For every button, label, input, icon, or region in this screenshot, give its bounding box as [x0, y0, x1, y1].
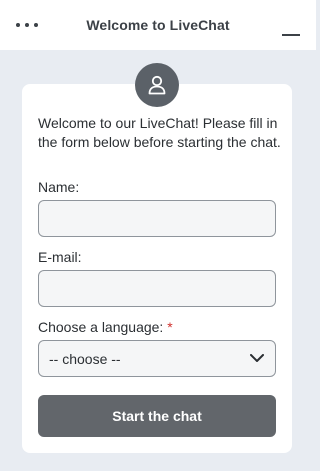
- chat-title: Welcome to LiveChat: [86, 17, 230, 33]
- email-label: E-mail:: [38, 249, 82, 265]
- user-icon: [135, 63, 179, 107]
- language-select[interactable]: -- choose --: [38, 340, 276, 377]
- language-label-text: Choose a language:: [38, 319, 164, 335]
- chevron-down-icon: [249, 351, 265, 367]
- chat-header: Welcome to LiveChat: [0, 0, 316, 50]
- intro-text: Welcome to our LiveChat! Please fill in …: [38, 115, 281, 150]
- email-input[interactable]: [38, 270, 276, 307]
- minimize-icon[interactable]: [282, 22, 300, 36]
- name-label: Name:: [38, 179, 80, 195]
- start-chat-button[interactable]: Start the chat: [38, 395, 276, 437]
- required-marker: *: [167, 319, 173, 335]
- more-options-icon[interactable]: [16, 17, 38, 33]
- name-input[interactable]: [38, 200, 276, 237]
- language-selected-value: -- choose --: [49, 350, 121, 367]
- language-label: Choose a language: *: [38, 319, 173, 335]
- prechat-form: Welcome to our LiveChat! Please fill in …: [22, 84, 292, 453]
